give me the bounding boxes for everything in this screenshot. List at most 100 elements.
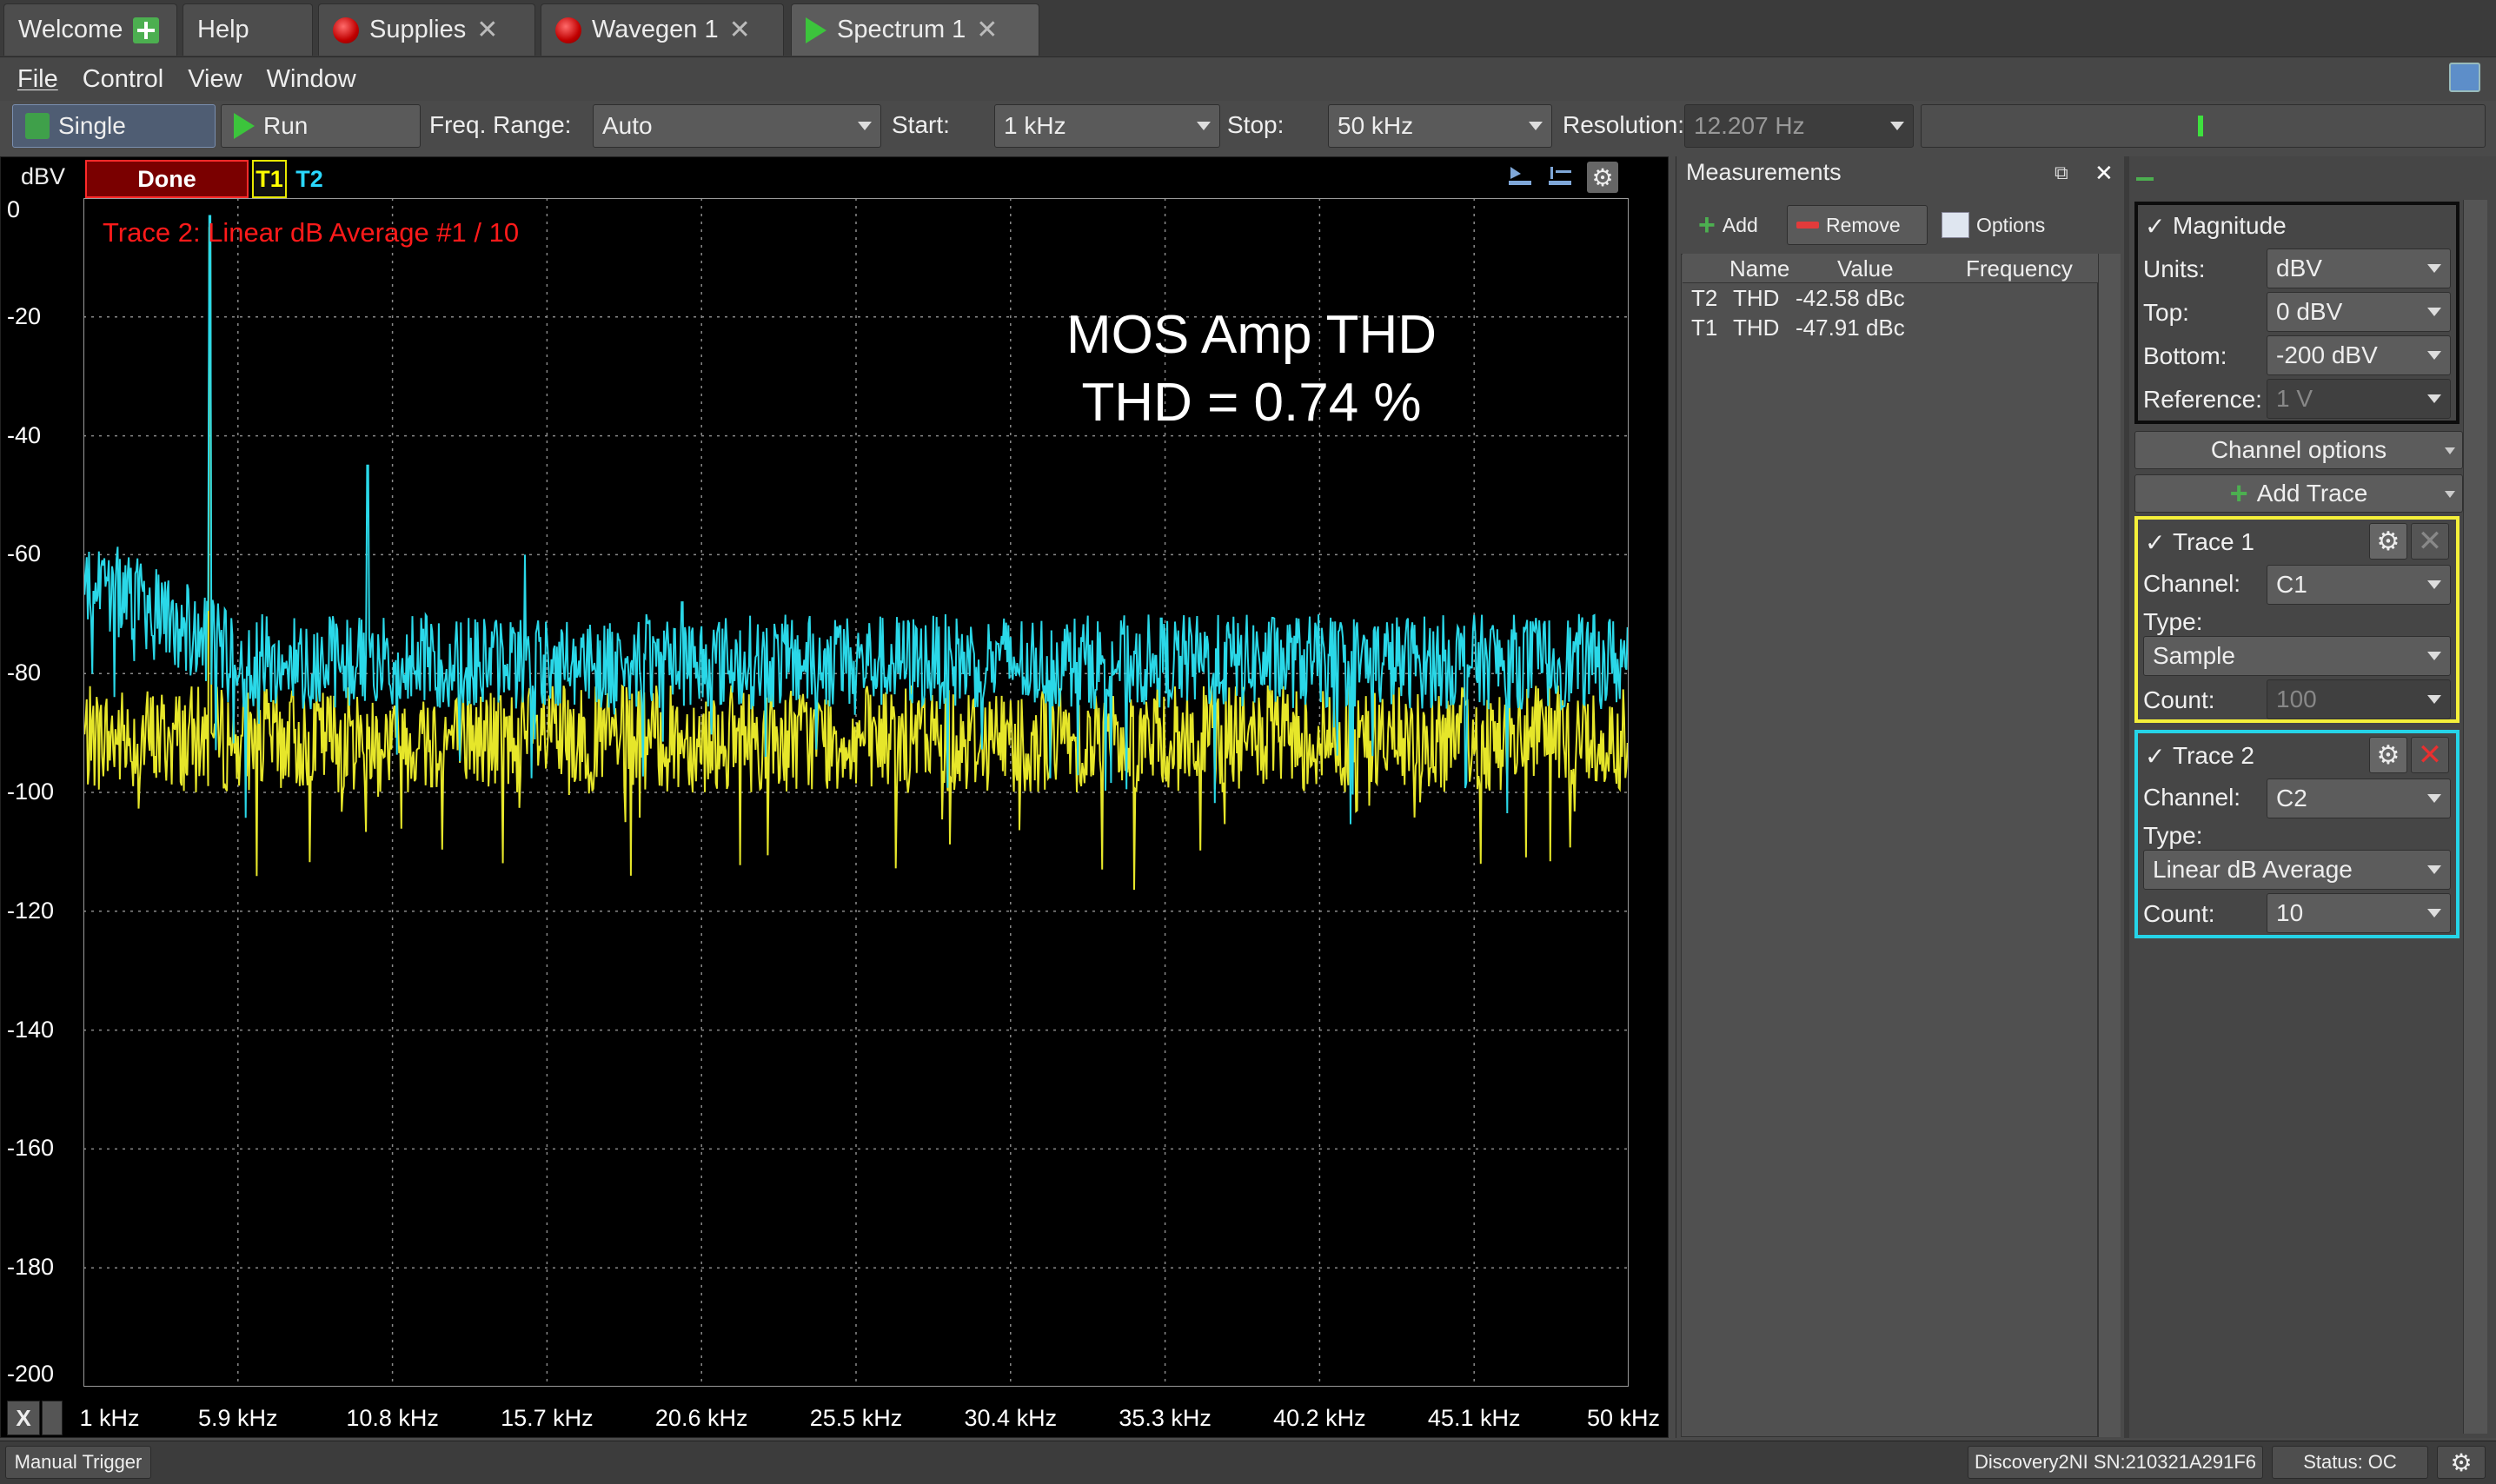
add-label: Add bbox=[1722, 213, 1758, 236]
stop-value: 50 kHz bbox=[1338, 112, 1414, 139]
freq-range-label: Freq. Range: bbox=[429, 111, 572, 138]
top-select[interactable]: 0 dBV bbox=[2267, 292, 2451, 332]
single-icon bbox=[25, 113, 50, 139]
y-unit-label: dBV bbox=[21, 163, 66, 189]
x-tick-label: 40.2 kHz bbox=[1273, 1405, 1366, 1431]
plot-settings-gear-icon[interactable]: ⚙ bbox=[1587, 162, 1618, 193]
status-gear-icon[interactable]: ⚙ bbox=[2437, 1446, 2486, 1479]
trace1-count-value: 100 bbox=[2276, 686, 2317, 712]
start-select[interactable]: 1 kHz bbox=[994, 104, 1220, 148]
tab-spectrum[interactable]: Spectrum 1 ✕ bbox=[791, 3, 1039, 56]
stop-icon bbox=[555, 17, 581, 43]
trace1-type-select[interactable]: Sample bbox=[2143, 636, 2451, 676]
connection-status[interactable]: Status: OC bbox=[2272, 1446, 2428, 1479]
row-name: THD bbox=[1733, 285, 1780, 311]
tab-label: Welcome bbox=[18, 16, 123, 43]
menu-file[interactable]: File bbox=[17, 65, 58, 94]
trace1-count-select[interactable]: 100 bbox=[2267, 679, 2451, 719]
trace2-count-label: Count: bbox=[2143, 900, 2215, 927]
trace-status-text: Trace 2: Linear dB Average #1 / 10 bbox=[103, 217, 520, 248]
y-tick-label: 0 bbox=[7, 196, 21, 222]
tab-help[interactable]: Help bbox=[183, 3, 313, 56]
freq-range-value: Auto bbox=[602, 112, 653, 139]
tab-welcome[interactable]: Welcome bbox=[3, 3, 177, 56]
resolution-select[interactable]: 12.207 Hz bbox=[1684, 104, 1914, 148]
trace2-gear-icon[interactable]: ⚙ bbox=[2369, 737, 2407, 773]
trace2-count-select[interactable]: 10 bbox=[2267, 893, 2451, 933]
close-icon[interactable]: ✕ bbox=[729, 15, 751, 45]
cursor-icon[interactable] bbox=[1505, 162, 1535, 191]
y-tick-label: -140 bbox=[7, 1016, 55, 1043]
check-icon[interactable]: ✓ bbox=[2145, 528, 2165, 557]
units-label: Units: bbox=[2143, 255, 2206, 282]
measurements-table bbox=[1681, 254, 2098, 1437]
manual-trigger-button[interactable]: Manual Trigger bbox=[5, 1446, 151, 1479]
trace1-close-icon[interactable]: ✕ bbox=[2411, 523, 2449, 560]
stop-select[interactable]: 50 kHz bbox=[1328, 104, 1552, 148]
trace2-channel-select[interactable]: C2 bbox=[2267, 778, 2451, 818]
check-icon[interactable]: ✓ bbox=[2145, 742, 2165, 771]
channel-options-button[interactable]: Channel options bbox=[2134, 431, 2463, 469]
freq-range-select[interactable]: Auto bbox=[593, 104, 881, 148]
tab-label: Supplies bbox=[369, 16, 467, 43]
float-icon[interactable]: ⧉ bbox=[2055, 162, 2068, 184]
menu-control[interactable]: Control bbox=[83, 65, 164, 94]
run-icon bbox=[806, 17, 826, 43]
magnitude-title: Magnitude bbox=[2173, 212, 2287, 239]
reference-select[interactable]: 1 V bbox=[2267, 379, 2451, 419]
column-header: Value bbox=[1837, 255, 1894, 282]
bottom-value: -200 dBV bbox=[2276, 341, 2378, 368]
add-measurement-button[interactable]: + Add bbox=[1689, 205, 1783, 245]
tab-wavegen[interactable]: Wavegen 1 ✕ bbox=[541, 3, 784, 56]
row-trace: T1 bbox=[1691, 315, 1718, 341]
menu-window[interactable]: Window bbox=[267, 65, 356, 94]
annotation-thd: THD = 0.74 % bbox=[1081, 373, 1422, 433]
chevron-down-icon bbox=[2427, 652, 2441, 660]
column-header: Name bbox=[1729, 255, 1790, 282]
row-value: -47.91 dBc bbox=[1796, 315, 1905, 341]
units-select[interactable]: dBV bbox=[2267, 248, 2451, 288]
trace2-type-select[interactable]: Linear dB Average bbox=[2143, 850, 2451, 890]
y-tick-label: -100 bbox=[7, 778, 55, 805]
x-tick-label: 1 kHz bbox=[79, 1405, 140, 1431]
trace2-type-label: Type: bbox=[2143, 822, 2203, 849]
trace1-channel-select[interactable]: C1 bbox=[2267, 565, 2451, 605]
close-icon[interactable]: ✕ bbox=[476, 15, 498, 45]
y-tick-label: -40 bbox=[7, 421, 42, 448]
y-tick-label: -120 bbox=[7, 897, 55, 924]
settings-scrollbar[interactable] bbox=[2463, 200, 2487, 1434]
options-button[interactable]: Options bbox=[1933, 205, 2072, 245]
cursor-list-icon[interactable] bbox=[1545, 162, 1575, 191]
start-value: 1 kHz bbox=[1004, 112, 1066, 139]
window-restore-icon[interactable] bbox=[2449, 63, 2480, 92]
x-axis-dropdown[interactable] bbox=[42, 1401, 63, 1435]
trace1-badge[interactable]: T1 bbox=[252, 160, 287, 198]
check-icon[interactable]: ✓ bbox=[2145, 212, 2165, 241]
close-icon[interactable]: ✕ bbox=[976, 15, 998, 45]
x-tick-label: 35.3 kHz bbox=[1119, 1405, 1211, 1431]
run-icon bbox=[234, 113, 255, 139]
trace2-close-icon[interactable]: ✕ bbox=[2411, 737, 2449, 773]
measurements-scrollbar[interactable] bbox=[2098, 254, 2121, 1437]
close-icon[interactable]: ✕ bbox=[2094, 160, 2114, 187]
trace1-gear-icon[interactable]: ⚙ bbox=[2369, 523, 2407, 560]
trace1-type-value: Sample bbox=[2153, 642, 2235, 669]
single-button[interactable]: Single bbox=[12, 104, 216, 148]
add-trace-button[interactable]: + Add Trace bbox=[2134, 474, 2463, 513]
x-tick-label: 20.6 kHz bbox=[654, 1405, 748, 1431]
menu-view[interactable]: View bbox=[188, 65, 242, 94]
device-info[interactable]: Discovery2NI SN:210321A291F6 bbox=[1968, 1446, 2263, 1479]
start-label: Start: bbox=[892, 111, 950, 138]
bottom-select[interactable]: -200 dBV bbox=[2267, 335, 2451, 375]
tab-supplies[interactable]: Supplies ✕ bbox=[318, 3, 535, 56]
collapse-icon[interactable] bbox=[2136, 177, 2154, 181]
units-value: dBV bbox=[2276, 255, 2322, 282]
x-tick-label: 45.1 kHz bbox=[1427, 1405, 1521, 1431]
resolution-value: 12.207 Hz bbox=[1694, 112, 1805, 139]
x-axis-button[interactable]: X bbox=[7, 1401, 40, 1435]
trace2-badge[interactable]: T2 bbox=[290, 160, 329, 198]
chevron-down-icon bbox=[858, 122, 872, 130]
plus-icon: + bbox=[1698, 208, 1716, 242]
run-button[interactable]: Run bbox=[221, 104, 421, 148]
remove-measurement-button[interactable]: Remove bbox=[1787, 205, 1928, 245]
